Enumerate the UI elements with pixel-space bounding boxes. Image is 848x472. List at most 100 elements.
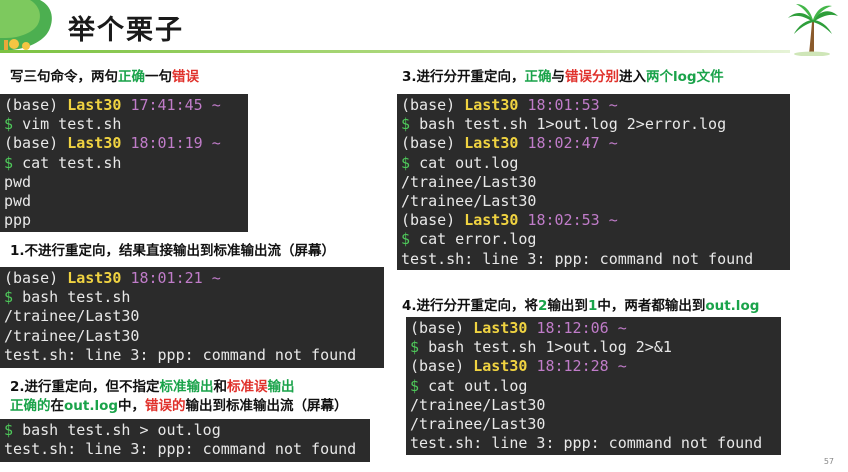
prompt-env: (base) [4, 96, 59, 114]
heading-part: 一句 [145, 69, 172, 85]
green-leaf-logo-icon [0, 0, 52, 50]
prompt-tilde: ~ [608, 96, 618, 114]
heading-part: 错误的 [145, 398, 186, 414]
prompt-dollar: $ [4, 288, 14, 307]
output-text: /trainee/Last30 [4, 326, 140, 345]
heading-section-1: 1.不进行重定向，结果直接输出到标准输出流（屏幕） [10, 242, 335, 260]
prompt-dollar: $ [401, 115, 411, 134]
heading-part: 错误 [172, 69, 199, 85]
terminal-line: $ bash test.sh [4, 288, 380, 307]
terminal-line: $ cat error.log [401, 230, 786, 249]
terminal-line: (base) Last30 18:01:19 ~ [4, 134, 244, 153]
terminal-line: $ cat test.sh [4, 154, 244, 173]
heading-section-2-line-1: 2.进行重定向，但不指定标准输出和标准误输出 [10, 378, 295, 396]
heading-section-3: 3.进行分开重定向，正确与错误分别进入两个log文件 [402, 68, 724, 86]
heading-part: 正确 [118, 69, 145, 85]
output-text: /trainee/Last30 [4, 307, 140, 326]
output-text: ppp [4, 211, 32, 230]
prompt-dollar: $ [4, 115, 14, 134]
heading-part: 进入 [619, 69, 647, 85]
prompt-tilde: ~ [608, 211, 618, 230]
prompt-tilde: ~ [617, 357, 627, 376]
terminal-line: (base) Last30 18:01:53 ~ [401, 96, 786, 115]
prompt-user: Last30 [67, 96, 122, 114]
command-text: vim test.sh [22, 115, 122, 134]
terminal-line: pwd [4, 173, 244, 192]
heading-part: 正确的 [10, 398, 51, 414]
prompt-user: Last30 [464, 211, 519, 230]
prompt-tilde: ~ [211, 134, 221, 153]
command-text: cat error.log [419, 230, 537, 249]
terminal-line: /trainee/Last30 [4, 307, 380, 326]
prompt-tilde: ~ [617, 319, 627, 337]
slide-title: 举个栗子 [68, 15, 184, 46]
heading-part: 正确 [524, 69, 552, 85]
terminal-line: $ cat out.log [410, 377, 777, 396]
heading-part: 两个log文件 [646, 69, 724, 85]
terminal-line: /trainee/Last30 [410, 415, 777, 434]
terminal-create-script: (base) Last30 17:41:45 ~ $ vim test.sh (ba… [0, 94, 248, 232]
prompt-tilde: ~ [211, 269, 221, 287]
terminal-line: $ bash test.sh 1>out.log 2>error.log [401, 115, 786, 134]
terminal-merge-redirect: (base) Last30 18:12:06 ~ $ bash test.sh 1… [406, 317, 781, 455]
terminal-line: ppp [4, 211, 244, 230]
command-text: cat out.log [419, 153, 519, 172]
command-text: bash test.sh > out.log [22, 421, 221, 439]
terminal-redirect-stdout: $ bash test.sh > out.log test.sh: line 3:… [0, 419, 370, 462]
prompt-env: (base) [401, 211, 456, 230]
output-text: test.sh: line 3: ppp: command not found [4, 345, 357, 364]
prompt-env: (base) [4, 269, 59, 287]
prompt-time: 18:01:19 [130, 134, 203, 153]
heading-part: 与 [551, 69, 566, 85]
heading-part: 在 [50, 398, 65, 414]
terminal-line: (base) Last30 18:01:21 ~ [4, 269, 380, 288]
output-text: pwd [4, 172, 32, 191]
command-text: bash test.sh [22, 288, 131, 307]
prompt-time: 18:12:28 [536, 357, 609, 376]
terminal-line: $ bash test.sh 1>out.log 2>&1 [410, 338, 777, 357]
header-divider [0, 50, 790, 53]
terminal-line: pwd [4, 192, 244, 211]
heading-section-2-line-2: 正确的在out.log中，错误的输出到标准输出流（屏幕） [10, 397, 348, 415]
prompt-env: (base) [4, 134, 59, 153]
prompt-user: Last30 [473, 357, 528, 376]
prompt-time: 18:12:06 [536, 319, 609, 337]
page-number: 57 [823, 457, 834, 466]
output-text: pwd [4, 191, 32, 210]
output-text: /trainee/Last30 [410, 395, 546, 414]
prompt-env: (base) [410, 319, 465, 337]
command-text: bash test.sh 1>out.log 2>&1 [428, 338, 672, 357]
terminal-line: $ cat out.log [401, 154, 786, 173]
output-text: test.sh: line 3: ppp: command not found [401, 249, 754, 268]
terminal-line: $ bash test.sh > out.log [4, 421, 366, 440]
terminal-line: (base) Last30 18:12:06 ~ [410, 319, 777, 338]
terminal-line: /trainee/Last30 [4, 327, 380, 346]
prompt-env: (base) [401, 96, 456, 114]
prompt-env: (base) [401, 134, 456, 153]
heading-part: 输出 [267, 379, 295, 395]
prompt-env: (base) [410, 357, 465, 376]
output-text: test.sh: line 3: ppp: command not found [4, 440, 357, 459]
terminal-line: test.sh: line 3: ppp: command not found [410, 434, 777, 453]
terminal-no-redirect: (base) Last30 18:01:21 ~ $ bash test.sh/t… [0, 267, 384, 368]
heading-part: out.log [64, 398, 119, 414]
terminal-line: (base) Last30 18:02:47 ~ [401, 134, 786, 153]
prompt-dollar: $ [410, 376, 420, 395]
heading-part: 1.不进行重定向，结果直接输出到标准输出流（屏幕） [10, 243, 336, 259]
prompt-user: Last30 [67, 269, 122, 287]
prompt-user: Last30 [67, 134, 122, 153]
terminal-line: test.sh: line 3: ppp: command not found [401, 250, 786, 269]
prompt-dollar: $ [4, 153, 14, 172]
output-text: /trainee/Last30 [401, 172, 537, 191]
heading-part: 错误 [565, 69, 593, 85]
heading-part: 写三句命令，两句 [10, 69, 118, 85]
terminal-line: test.sh: line 3: ppp: command not found [4, 440, 366, 459]
output-text: /trainee/Last30 [410, 414, 546, 433]
prompt-tilde: ~ [608, 134, 618, 153]
heading-part: 中，两者都输出到 [597, 298, 706, 314]
prompt-dollar: $ [401, 153, 411, 172]
palm-tree-icon [788, 4, 838, 56]
terminal-separate-redirect: (base) Last30 18:01:53 ~ $ bash test.sh 1… [397, 94, 790, 270]
heading-part: 标准输出 [159, 379, 214, 395]
heading-part: 分别 [592, 69, 620, 85]
